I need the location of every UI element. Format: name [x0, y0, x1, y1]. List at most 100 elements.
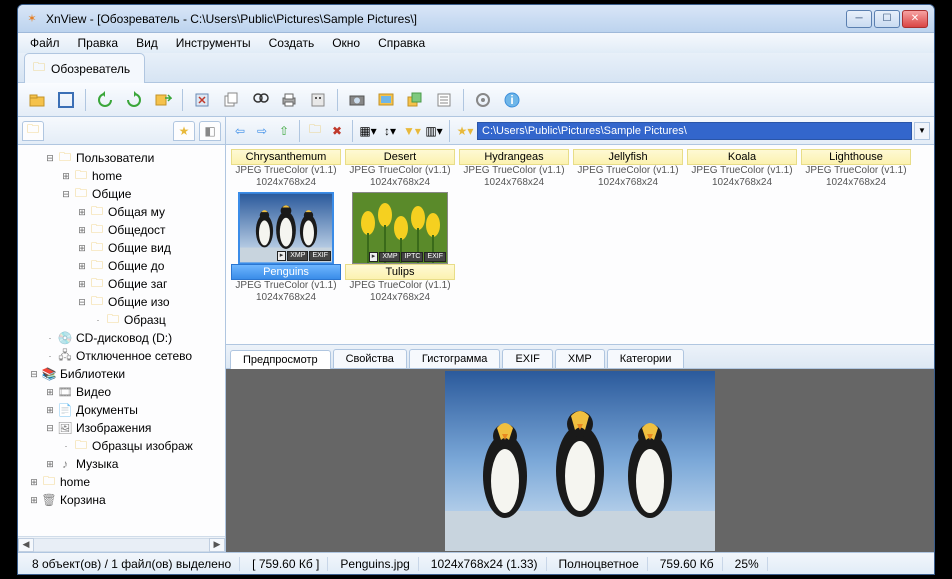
- open-button[interactable]: [24, 87, 50, 113]
- thumbnail-item[interactable]: ▸XMPIPTCEXIFTulipsJPEG TrueColor (v1.1)1…: [344, 190, 456, 303]
- settings-button[interactable]: [305, 87, 331, 113]
- collapse-icon[interactable]: ⊟: [28, 369, 40, 380]
- ptab-categories[interactable]: Категории: [607, 349, 685, 368]
- sidebar-tab-folders[interactable]: 🗀: [22, 121, 44, 141]
- tree-item[interactable]: ⊞🗀home: [20, 167, 223, 185]
- preview-image[interactable]: [226, 369, 934, 552]
- batch-button[interactable]: [402, 87, 428, 113]
- cut-button[interactable]: [189, 87, 215, 113]
- expand-icon[interactable]: ⊞: [44, 387, 56, 398]
- thumbnail-image[interactable]: ▸XMPIPTCEXIF: [352, 192, 448, 264]
- thumbnail-item[interactable]: HydrangeasJPEG TrueColor (v1.1)1024x768x…: [458, 149, 570, 188]
- expand-icon[interactable]: ⊞: [44, 405, 56, 416]
- view-mode-button[interactable]: ▦▾: [358, 121, 378, 141]
- tree-item[interactable]: ⊟🗀Общие: [20, 185, 223, 203]
- menu-create[interactable]: Создать: [261, 34, 323, 52]
- tree-item[interactable]: ⊟🗀Общие изо: [20, 293, 223, 311]
- tree-item[interactable]: ⊞🗀Общие до: [20, 257, 223, 275]
- ptab-xmp[interactable]: XMP: [555, 349, 605, 368]
- collapse-icon[interactable]: ⊟: [76, 297, 88, 308]
- filter-button[interactable]: ▼▾: [402, 121, 422, 141]
- tree-item[interactable]: ⊞🗀Общая му: [20, 203, 223, 221]
- sort-button[interactable]: ↕▾: [380, 121, 400, 141]
- menu-file[interactable]: Файл: [22, 34, 68, 52]
- favorite-button[interactable]: ★▾: [455, 121, 475, 141]
- nav-forward-button[interactable]: ⇨: [252, 121, 272, 141]
- tab-browser[interactable]: 🗀 Обозреватель: [24, 53, 145, 83]
- thumbnail-pane[interactable]: ChrysanthemumJPEG TrueColor (v1.1)1024x7…: [226, 145, 934, 345]
- tree-item[interactable]: ⊞📄Документы: [20, 401, 223, 419]
- thumbnail-item[interactable]: ChrysanthemumJPEG TrueColor (v1.1)1024x7…: [230, 149, 342, 188]
- thumbnail-item[interactable]: LighthouseJPEG TrueColor (v1.1)1024x768x…: [800, 149, 912, 188]
- tree-item[interactable]: ·🗀Образцы изображ: [20, 437, 223, 455]
- sidebar-tab-cat[interactable]: ◧: [199, 121, 221, 141]
- ptab-histogram[interactable]: Гистограмма: [409, 349, 501, 368]
- minimize-button[interactable]: ─: [846, 10, 872, 28]
- ptab-exif[interactable]: EXIF: [502, 349, 552, 368]
- nav-back-button[interactable]: ⇦: [230, 121, 250, 141]
- expand-icon[interactable]: ⊞: [28, 477, 40, 488]
- collapse-icon[interactable]: ⊟: [44, 153, 56, 164]
- tree-item[interactable]: ·🖧Отключенное сетево: [20, 347, 223, 365]
- rotate-right-button[interactable]: [121, 87, 147, 113]
- tree-item[interactable]: ⊞🗀Общие заг: [20, 275, 223, 293]
- rotate-left-button[interactable]: [92, 87, 118, 113]
- folder-tree[interactable]: ⊟🗀Пользователи⊞🗀home⊟🗀Общие⊞🗀Общая му⊞🗀О…: [18, 145, 225, 536]
- titlebar[interactable]: ✶ XnView - [Обозреватель - C:\Users\Publ…: [18, 5, 934, 33]
- sidebar-hscroll[interactable]: ◀ ▶: [18, 536, 225, 552]
- thumbnail-item[interactable]: JellyfishJPEG TrueColor (v1.1)1024x768x2…: [572, 149, 684, 188]
- delete-button[interactable]: ✖: [327, 121, 347, 141]
- address-bar[interactable]: C:\Users\Public\Pictures\Sample Pictures…: [477, 122, 912, 140]
- slideshow-button[interactable]: [373, 87, 399, 113]
- tree-item[interactable]: ⊟🗀Пользователи: [20, 149, 223, 167]
- convert-button[interactable]: [150, 87, 176, 113]
- expand-icon[interactable]: ⊞: [60, 171, 72, 182]
- scroll-left-icon[interactable]: ◀: [18, 538, 34, 552]
- info-button[interactable]: i: [499, 87, 525, 113]
- ptab-preview[interactable]: Предпросмотр: [230, 350, 331, 369]
- tree-item[interactable]: ·🗀Образц: [20, 311, 223, 329]
- list-button[interactable]: [431, 87, 457, 113]
- options-button[interactable]: [470, 87, 496, 113]
- thumbnail-item[interactable]: KoalaJPEG TrueColor (v1.1)1024x768x24: [686, 149, 798, 188]
- expand-icon[interactable]: ⊞: [76, 279, 88, 290]
- tree-item[interactable]: ⊟📚Библиотеки: [20, 365, 223, 383]
- thumbnail-image[interactable]: ▸XMPEXIF: [238, 192, 334, 264]
- search-button[interactable]: [247, 87, 273, 113]
- close-button[interactable]: ✕: [902, 10, 928, 28]
- tree-item[interactable]: ⊞🗑Корзина: [20, 491, 223, 509]
- collapse-icon[interactable]: ⊟: [60, 189, 72, 200]
- fullscreen-button[interactable]: [53, 87, 79, 113]
- menu-view[interactable]: Вид: [128, 34, 166, 52]
- menu-help[interactable]: Справка: [370, 34, 433, 52]
- maximize-button[interactable]: ☐: [874, 10, 900, 28]
- capture-button[interactable]: [344, 87, 370, 113]
- menu-tools[interactable]: Инструменты: [168, 34, 259, 52]
- tree-item[interactable]: ⊞🗀home: [20, 473, 223, 491]
- thumbnail-item[interactable]: DesertJPEG TrueColor (v1.1)1024x768x24: [344, 149, 456, 188]
- tree-item[interactable]: ⊞🎞Видео: [20, 383, 223, 401]
- copy-button[interactable]: [218, 87, 244, 113]
- tree-item[interactable]: ⊞🗀Общедост: [20, 221, 223, 239]
- expand-icon[interactable]: ⊞: [76, 243, 88, 254]
- tree-item[interactable]: ·💿CD-дисковод (D:): [20, 329, 223, 347]
- menu-edit[interactable]: Правка: [70, 34, 127, 52]
- scroll-right-icon[interactable]: ▶: [209, 538, 225, 552]
- new-folder-button[interactable]: 🗀: [305, 121, 325, 141]
- tree-item[interactable]: ⊞♪Музыка: [20, 455, 223, 473]
- layout-button[interactable]: ▥▾: [424, 121, 444, 141]
- print-button[interactable]: [276, 87, 302, 113]
- collapse-icon[interactable]: ⊟: [44, 423, 56, 434]
- ptab-properties[interactable]: Свойства: [333, 349, 407, 368]
- address-dropdown[interactable]: ▼: [914, 122, 930, 140]
- expand-icon[interactable]: ⊞: [76, 225, 88, 236]
- expand-icon[interactable]: ⊞: [44, 459, 56, 470]
- expand-icon[interactable]: ⊞: [76, 207, 88, 218]
- thumbnail-item[interactable]: ▸XMPEXIFPenguinsJPEG TrueColor (v1.1)102…: [230, 190, 342, 303]
- expand-icon[interactable]: ⊞: [28, 495, 40, 506]
- expand-icon[interactable]: ⊞: [76, 261, 88, 272]
- tree-item[interactable]: ⊞🗀Общие вид: [20, 239, 223, 257]
- nav-up-button[interactable]: ⇧: [274, 121, 294, 141]
- sidebar-tab-fav[interactable]: ★: [173, 121, 195, 141]
- tree-item[interactable]: ⊟🖼Изображения: [20, 419, 223, 437]
